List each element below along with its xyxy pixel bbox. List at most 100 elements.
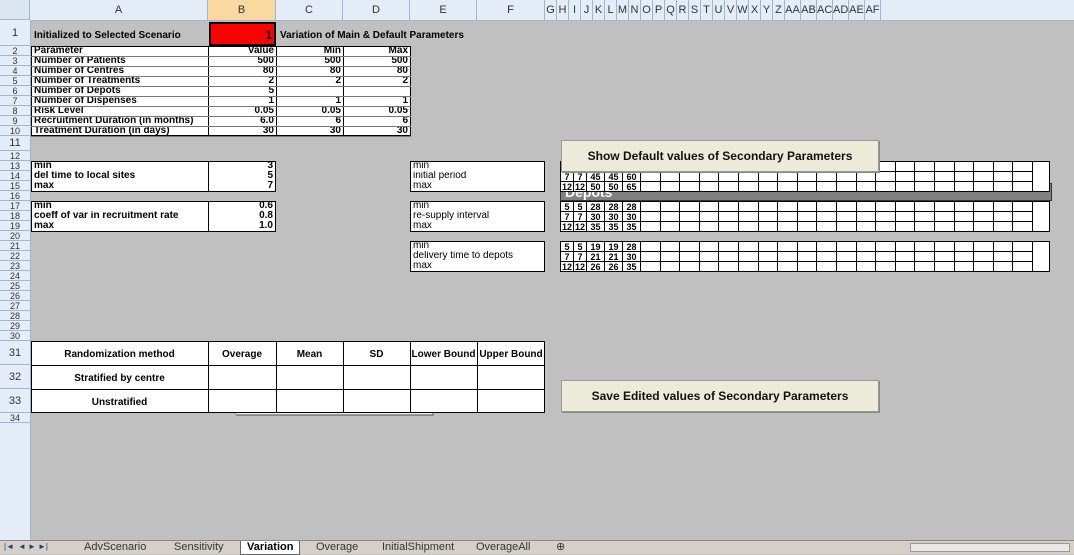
depot-cell[interactable]: [797, 262, 818, 272]
depot-cell[interactable]: [915, 262, 935, 272]
last-sheet-icon[interactable]: ►|: [38, 542, 48, 551]
depot-cell[interactable]: [954, 262, 975, 272]
depot-cell[interactable]: [974, 162, 994, 172]
depot-cell[interactable]: 30: [587, 212, 605, 222]
sheet-tab-advscenario[interactable]: AdvScenario: [78, 541, 152, 554]
column-header-b[interactable]: B: [208, 0, 276, 20]
depot-cell[interactable]: 26: [605, 262, 623, 272]
depot-cell[interactable]: [954, 202, 975, 212]
column-header-ac[interactable]: AC: [817, 0, 833, 20]
depot-cell[interactable]: 12: [574, 182, 587, 192]
depot-cell[interactable]: [974, 212, 994, 222]
column-header-l[interactable]: L: [605, 0, 617, 20]
column-header-aa[interactable]: AA: [785, 0, 801, 20]
depot-cell[interactable]: [758, 222, 779, 232]
depot-cell[interactable]: 28: [587, 202, 605, 212]
depot-cell[interactable]: [837, 212, 857, 222]
depot-cell[interactable]: [954, 162, 975, 172]
depot-cell[interactable]: [778, 212, 798, 222]
depot-cell[interactable]: [699, 212, 720, 222]
param-value[interactable]: 500: [209, 56, 276, 66]
depot-cell[interactable]: [739, 202, 759, 212]
depot-cell[interactable]: [856, 222, 877, 232]
next-sheet-icon[interactable]: ►: [28, 542, 36, 551]
sheet-tab-sensitivity[interactable]: Sensitivity: [168, 541, 230, 554]
depot-cell[interactable]: [974, 202, 994, 212]
depot-cell[interactable]: [993, 262, 1014, 272]
depot-cell[interactable]: 35: [623, 262, 641, 272]
depot-cell[interactable]: [935, 212, 955, 222]
depot-cell[interactable]: [739, 182, 759, 192]
depot-cell[interactable]: [778, 202, 798, 212]
param-value[interactable]: 2: [276, 76, 343, 86]
depot-cell[interactable]: [680, 182, 700, 192]
depot-cell[interactable]: [915, 242, 935, 252]
depot-cell[interactable]: [1013, 222, 1033, 232]
depot-cell[interactable]: [739, 212, 759, 222]
row-header-15[interactable]: 15: [0, 181, 30, 191]
row-header-16[interactable]: 16: [0, 191, 30, 201]
depot-cell[interactable]: [641, 202, 661, 212]
depot-cell[interactable]: [797, 242, 818, 252]
depot-cell[interactable]: [739, 262, 759, 272]
depot-cell[interactable]: [680, 262, 700, 272]
depot-cell[interactable]: [817, 212, 837, 222]
scenario-value-cell[interactable]: 1: [209, 22, 276, 46]
depot-cell[interactable]: 50: [605, 182, 623, 192]
column-header-y[interactable]: Y: [761, 0, 773, 20]
depot-cell[interactable]: [974, 262, 994, 272]
depot-cell[interactable]: 5: [574, 242, 587, 252]
depot-cell[interactable]: [1013, 172, 1033, 182]
param-value[interactable]: 500: [343, 56, 410, 66]
depot-cell[interactable]: [778, 182, 798, 192]
first-sheet-icon[interactable]: |◄: [4, 542, 14, 551]
depot-cell[interactable]: [797, 172, 818, 182]
row-header-7[interactable]: 7: [0, 96, 30, 106]
coef-var-block-value[interactable]: 0.6: [209, 201, 275, 211]
overage-value-cell[interactable]: [344, 366, 409, 388]
depot-cell[interactable]: [856, 262, 877, 272]
param-value[interactable]: 0.05: [209, 106, 276, 116]
depot-cell[interactable]: 35: [623, 222, 641, 232]
row-header-13[interactable]: 13: [0, 161, 30, 171]
depot-cell[interactable]: [680, 172, 700, 182]
depot-cell[interactable]: [876, 212, 896, 222]
column-header-x[interactable]: X: [749, 0, 761, 20]
depot-cell[interactable]: [797, 182, 818, 192]
depot-cell[interactable]: 35: [587, 222, 605, 232]
depot-cell[interactable]: [680, 212, 700, 222]
depot-cell[interactable]: [876, 262, 896, 272]
depot-cell[interactable]: [935, 242, 955, 252]
row-header-19[interactable]: 19: [0, 221, 30, 231]
depot-cell[interactable]: [915, 212, 935, 222]
sheet-tab-overage[interactable]: Overage: [310, 541, 364, 554]
row-header-18[interactable]: 18: [0, 211, 30, 221]
column-header-n[interactable]: N: [629, 0, 641, 20]
param-value[interactable]: 1: [343, 96, 410, 106]
row-header-26[interactable]: 26: [0, 291, 30, 301]
depot-cell[interactable]: [719, 242, 739, 252]
column-header-t[interactable]: T: [701, 0, 713, 20]
column-header-ab[interactable]: AB: [801, 0, 817, 20]
depot-cell[interactable]: [778, 252, 798, 262]
depot-cell[interactable]: [778, 172, 798, 182]
depot-cell[interactable]: [758, 212, 779, 222]
depot-cell[interactable]: 28: [623, 242, 641, 252]
depot-cell[interactable]: [641, 242, 661, 252]
depot-cell[interactable]: [680, 222, 700, 232]
column-header-c[interactable]: C: [276, 0, 343, 20]
depot-cell[interactable]: 7: [561, 212, 574, 222]
row-header-25[interactable]: 25: [0, 281, 30, 291]
depot-cell[interactable]: [660, 252, 681, 262]
depot-cell[interactable]: 7: [561, 252, 574, 262]
depot-cell[interactable]: 30: [605, 212, 623, 222]
depot-cell[interactable]: [954, 222, 975, 232]
save-edited-values-button[interactable]: Save Edited values of Secondary Paramete…: [561, 380, 879, 412]
row-header-33[interactable]: 33: [0, 389, 30, 413]
depot-cell[interactable]: [876, 182, 896, 192]
prev-sheet-icon[interactable]: ◄: [18, 542, 26, 551]
depot-cell[interactable]: [719, 212, 739, 222]
depot-cell[interactable]: 26: [587, 262, 605, 272]
depot-cell[interactable]: [993, 212, 1014, 222]
depot-cell[interactable]: [837, 262, 857, 272]
